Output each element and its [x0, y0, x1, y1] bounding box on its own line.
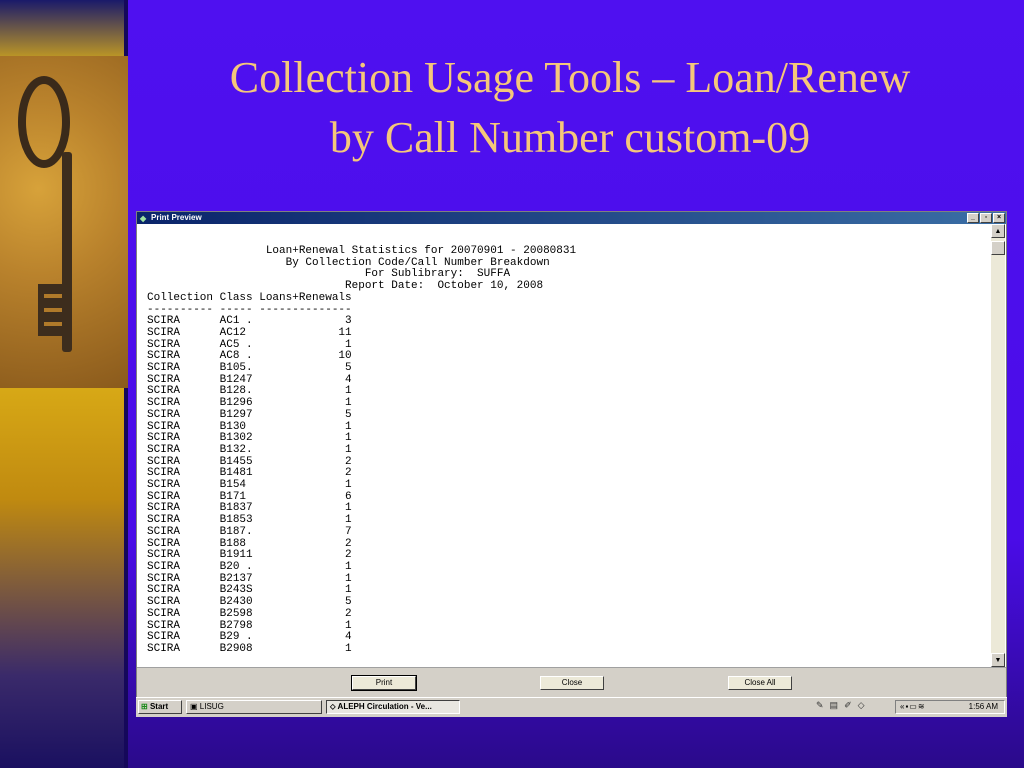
windows-taskbar: ⊞ Start ▣ LISUG ⬦ ALEPH Circulation - Ve…	[136, 697, 1007, 717]
tray-icons: «▪▭≋	[900, 701, 926, 713]
close-all-button[interactable]: Close All	[728, 676, 792, 690]
task-label: LISUG	[199, 702, 224, 711]
scroll-thumb[interactable]	[991, 241, 1005, 255]
window-titlebar[interactable]: ◆ Print Preview _ ▫ ×	[137, 212, 1006, 224]
report-preview-area: Loan+Renewal Statistics for 20070901 - 2…	[137, 224, 993, 667]
close-button[interactable]: Close	[540, 676, 604, 690]
task-label: ALEPH Circulation - Ve...	[337, 702, 432, 711]
document-icon[interactable]: ▤	[830, 700, 845, 710]
brush-icon[interactable]: ✐	[844, 700, 858, 710]
aleph-icon: ⬦	[330, 702, 336, 711]
start-label: Start	[149, 702, 169, 711]
scroll-up-arrow-icon[interactable]: ▲	[991, 224, 1005, 238]
scroll-down-arrow-icon[interactable]: ▼	[991, 653, 1005, 667]
print-preview-window: ◆ Print Preview _ ▫ × Loan+Renewal Statis…	[136, 211, 1007, 716]
system-tray: «▪▭≋ 1:56 AM	[895, 700, 1005, 714]
clock: 1:56 AM	[968, 702, 998, 711]
taskbar-item-lisug[interactable]: ▣ LISUG	[186, 700, 322, 714]
title-line-2: by Call Number custom-09	[329, 113, 811, 162]
restore-button[interactable]: ▫	[980, 213, 992, 223]
close-window-button[interactable]: ×	[993, 213, 1005, 223]
print-button[interactable]: Print	[351, 675, 417, 691]
slide-left-band	[0, 0, 128, 768]
wireless-icon[interactable]: ≋	[918, 702, 926, 711]
print-preview-icon: ◆	[140, 214, 147, 223]
key-icon	[18, 76, 72, 352]
window-icon: ▣	[190, 702, 198, 711]
slide-title: Collection Usage Tools – Loan/Renew by C…	[150, 48, 990, 168]
shield-icon[interactable]: ◇	[858, 700, 871, 710]
button-bar: Print Close Close All	[137, 667, 1006, 699]
antique-key-image	[0, 56, 128, 388]
windows-logo-icon: ⊞	[141, 702, 148, 711]
quick-launch-icons: ✎▤✐◇	[816, 700, 871, 711]
start-button[interactable]: ⊞ Start	[138, 700, 182, 714]
taskbar-item-aleph[interactable]: ⬦ ALEPH Circulation - Ve...	[326, 700, 460, 714]
monitor-icon[interactable]: ▭	[909, 702, 918, 711]
report-text: Loan+Renewal Statistics for 20070901 - 2…	[147, 245, 577, 655]
title-line-1: Collection Usage Tools – Loan/Renew	[229, 53, 911, 102]
window-controls: _ ▫ ×	[967, 213, 1005, 223]
minimize-button[interactable]: _	[967, 213, 979, 223]
window-title: Print Preview	[151, 213, 202, 222]
pen-icon[interactable]: ✎	[816, 700, 830, 710]
vertical-scrollbar[interactable]: ▲ ▼	[991, 224, 1005, 667]
